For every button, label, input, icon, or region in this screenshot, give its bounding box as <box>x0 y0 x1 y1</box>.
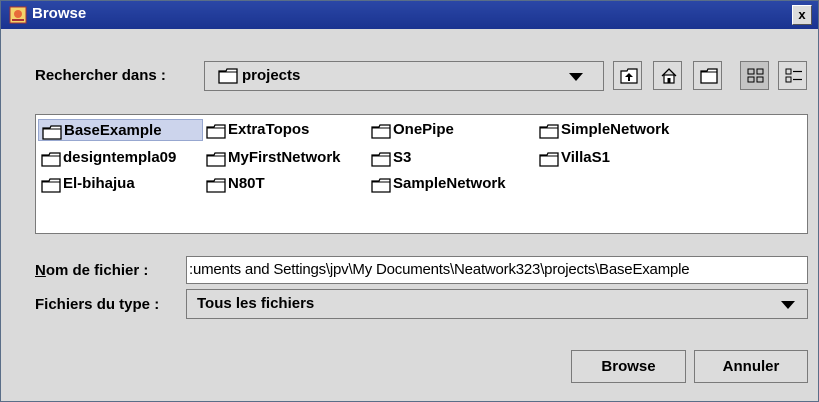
list-item[interactable]: ExtraTopos <box>203 119 368 141</box>
folder-icon <box>41 178 61 193</box>
file-name: designtempla09 <box>63 149 177 166</box>
list-item[interactable]: SampleNetwork <box>368 173 538 195</box>
folder-icon <box>206 124 226 139</box>
file-name-label: Nom de fichier : <box>35 262 148 279</box>
list-item[interactable]: BaseExample <box>38 119 203 141</box>
file-name: VillaS1 <box>561 149 610 166</box>
file-name: OnePipe <box>393 121 454 138</box>
title-bar[interactable]: Browse x <box>1 1 818 29</box>
folder-icon <box>41 152 61 167</box>
file-name: El-bihajua <box>63 175 135 192</box>
list-item[interactable]: designtempla09 <box>38 147 203 169</box>
look-in-combo[interactable]: projects <box>204 61 604 91</box>
file-type-label: Fichiers du type : <box>35 296 160 313</box>
file-name: BaseExample <box>64 122 162 139</box>
java-app-icon <box>9 6 27 24</box>
folder-icon <box>371 152 391 167</box>
window-title: Browse <box>32 5 87 22</box>
details-view-button[interactable] <box>778 61 807 90</box>
browse-dialog: Browse x Rechercher dans : projects Base… <box>0 0 819 402</box>
up-folder-icon <box>620 68 638 84</box>
browse-button[interactable]: Browse <box>571 350 686 383</box>
file-name: SimpleNetwork <box>561 121 670 138</box>
list-item[interactable]: OnePipe <box>368 119 533 141</box>
home-icon <box>661 68 677 84</box>
list-item[interactable]: VillaS1 <box>536 147 706 169</box>
file-type-combo[interactable]: Tous les fichiers <box>186 289 808 319</box>
new-folder-icon <box>700 68 718 84</box>
folder-icon <box>218 68 238 84</box>
file-name: S3 <box>393 149 412 166</box>
folder-icon <box>371 124 391 139</box>
folder-icon <box>539 124 559 139</box>
file-name-label-text: om de fichier : <box>45 262 149 279</box>
file-list[interactable]: BaseExample designtempla09 El-bihajua Ex… <box>35 114 808 234</box>
file-name-mnemonic: N <box>35 262 46 279</box>
list-item[interactable]: El-bihajua <box>38 173 203 195</box>
list-view-icon <box>747 68 764 83</box>
file-name: N80T <box>228 175 265 192</box>
create-new-folder-button[interactable] <box>693 61 722 90</box>
up-one-level-button[interactable] <box>613 61 642 90</box>
list-item[interactable]: S3 <box>368 147 533 169</box>
file-name-input[interactable]: :uments and Settings\jpv\My Documents\Ne… <box>186 256 808 284</box>
list-item[interactable]: N80T <box>203 173 368 195</box>
list-item[interactable]: SimpleNetwork <box>536 119 706 141</box>
file-name-value: :uments and Settings\jpv\My Documents\Ne… <box>189 261 690 278</box>
look-in-label: Rechercher dans : <box>35 67 166 84</box>
close-button[interactable]: x <box>792 5 812 25</box>
list-view-button[interactable] <box>740 61 769 90</box>
cancel-button[interactable]: Annuler <box>694 350 808 383</box>
list-item[interactable]: MyFirstNetwork <box>203 147 368 169</box>
file-name: ExtraTopos <box>228 121 310 138</box>
file-name: SampleNetwork <box>393 175 506 192</box>
chevron-down-icon <box>569 73 583 81</box>
folder-icon <box>206 152 226 167</box>
home-button[interactable] <box>653 61 682 90</box>
file-name: MyFirstNetwork <box>228 149 341 166</box>
details-view-icon <box>785 68 802 83</box>
folder-icon <box>371 178 391 193</box>
look-in-value: projects <box>242 67 301 84</box>
folder-icon <box>42 125 62 140</box>
folder-icon <box>206 178 226 193</box>
chevron-down-icon <box>781 301 795 309</box>
folder-icon <box>539 152 559 167</box>
file-type-value: Tous les fichiers <box>197 295 315 312</box>
